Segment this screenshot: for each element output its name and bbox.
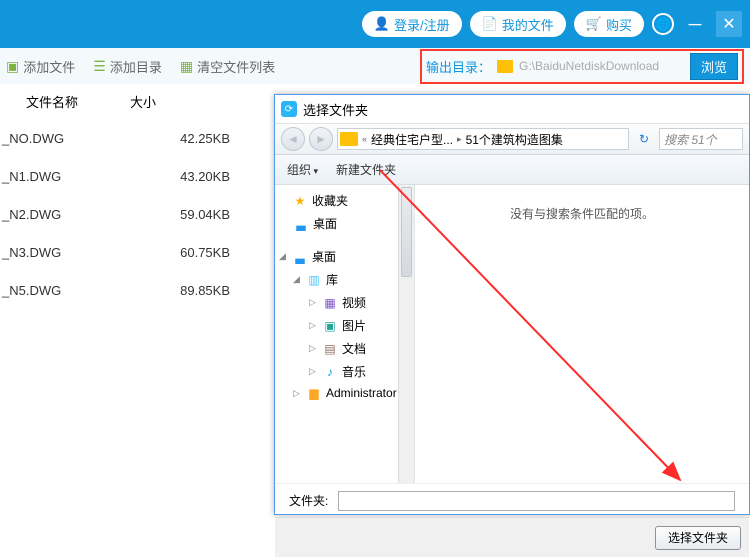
file-size: 89.85KB: [130, 283, 250, 298]
dialog-toolbar: 组织 新建文件夹: [275, 155, 749, 185]
output-dir-box: 输出目录： G:\BaiduNetdiskDownload 浏览: [420, 49, 744, 84]
add-file-icon: ▣: [6, 58, 19, 75]
chevron-right-icon: ▸: [455, 134, 464, 145]
tree-desktop[interactable]: ▃桌面: [275, 212, 414, 235]
file-name: _N3.DWG: [0, 245, 130, 260]
new-folder-button[interactable]: 新建文件夹: [336, 161, 396, 178]
browse-button[interactable]: 浏览: [690, 53, 738, 80]
organize-button[interactable]: 组织: [287, 161, 318, 178]
clear-icon: ▦: [180, 58, 193, 75]
folder-icon: [340, 132, 358, 146]
folder-tree: ★收藏夹 ▃桌面 ◢▃桌面 ◢▥库 ▷▦视频 ▷▣图片 ▷▤文档 ▷♪音乐 ▷▆…: [275, 185, 415, 483]
dialog-folder-row: 文件夹:: [275, 483, 749, 517]
add-file-label: 添加文件: [23, 57, 75, 76]
tree-libraries[interactable]: ◢▥库: [275, 268, 414, 291]
file-size: 43.20KB: [130, 169, 250, 184]
select-folder-button[interactable]: 选择文件夹: [655, 526, 741, 550]
file-name: _N2.DWG: [0, 207, 130, 222]
video-icon: ▦: [322, 296, 338, 310]
scrollbar-thumb[interactable]: [401, 187, 412, 277]
globe-icon: 🌐: [656, 17, 671, 31]
add-file-button[interactable]: ▣ 添加文件: [6, 57, 75, 76]
minimize-button[interactable]: ─: [682, 11, 708, 37]
output-path: G:\BaiduNetdiskDownload: [519, 59, 684, 73]
folder-content-pane: 没有与搜索条件匹配的项。: [415, 185, 749, 483]
buy-label: 购买: [606, 15, 632, 34]
tree-music[interactable]: ▷♪音乐: [275, 360, 414, 383]
buy-button[interactable]: 🛒 购买: [574, 11, 644, 37]
folder-icon: [497, 60, 513, 73]
dialog-icon: ⟳: [281, 101, 297, 117]
output-label: 输出目录：: [426, 57, 491, 76]
file-name: _NO.DWG: [0, 131, 130, 146]
folder-name-input[interactable]: [338, 491, 735, 511]
file-name: _N5.DWG: [0, 283, 130, 298]
dialog-nav: ◄ ► « 经典住宅户型... ▸ 51个建筑构造图集 ↻ 搜索 51个: [275, 123, 749, 155]
login-button[interactable]: 👤 登录/注册: [362, 11, 462, 37]
header-filename: 文件名称: [0, 92, 130, 111]
language-button[interactable]: 🌐: [652, 13, 674, 35]
folder-picker-dialog: ⟳ 选择文件夹 ◄ ► « 经典住宅户型... ▸ 51个建筑构造图集 ↻ 搜索…: [274, 94, 750, 515]
clear-list-button[interactable]: ▦ 清空文件列表: [180, 57, 275, 76]
picture-icon: ▣: [322, 319, 338, 333]
tree-admin[interactable]: ▷▆Administrator: [275, 383, 414, 403]
tree-scrollbar[interactable]: [398, 185, 414, 483]
add-dir-label: 添加目录: [110, 57, 162, 76]
nav-back-button[interactable]: ◄: [281, 127, 305, 151]
document-icon: ▤: [322, 342, 338, 356]
cart-icon: 🛒: [586, 16, 602, 32]
file-name: _N1.DWG: [0, 169, 130, 184]
chevron-right-icon: «: [360, 134, 369, 144]
refresh-button[interactable]: ↻: [633, 128, 655, 150]
tree-pictures[interactable]: ▷▣图片: [275, 314, 414, 337]
file-size: 59.04KB: [130, 207, 250, 222]
app-header: 👤 登录/注册 📄 我的文件 🛒 购买 🌐 ─ ✕: [0, 0, 750, 48]
dialog-actions: 选择文件夹: [275, 517, 749, 557]
close-button[interactable]: ✕: [716, 11, 742, 37]
user-folder-icon: ▆: [306, 386, 322, 400]
add-dir-icon: ☰: [93, 58, 106, 75]
main-toolbar: ▣ 添加文件 ☰ 添加目录 ▦ 清空文件列表 输出目录： G:\BaiduNet…: [0, 48, 750, 84]
dialog-titlebar: ⟳ 选择文件夹: [275, 95, 749, 123]
login-label: 登录/注册: [394, 15, 450, 34]
tree-documents[interactable]: ▷▤文档: [275, 337, 414, 360]
file-size: 60.75KB: [130, 245, 250, 260]
myfiles-label: 我的文件: [502, 15, 554, 34]
tree-videos[interactable]: ▷▦视频: [275, 291, 414, 314]
dialog-body: ★收藏夹 ▃桌面 ◢▃桌面 ◢▥库 ▷▦视频 ▷▣图片 ▷▤文档 ▷♪音乐 ▷▆…: [275, 185, 749, 483]
dialog-title: 选择文件夹: [303, 100, 368, 119]
library-icon: ▥: [306, 273, 322, 287]
desktop-icon: ▃: [292, 250, 308, 264]
crumb-segment[interactable]: 51个建筑构造图集: [466, 131, 563, 148]
search-input[interactable]: 搜索 51个: [659, 128, 743, 150]
myfiles-button[interactable]: 📄 我的文件: [470, 11, 566, 37]
tree-favorites[interactable]: ★收藏夹: [275, 189, 414, 212]
nav-forward-button[interactable]: ►: [309, 127, 333, 151]
file-icon: 📄: [482, 16, 498, 32]
folder-field-label: 文件夹:: [289, 492, 328, 509]
clear-label: 清空文件列表: [197, 57, 275, 76]
file-size: 42.25KB: [130, 131, 250, 146]
music-icon: ♪: [322, 365, 338, 379]
empty-message: 没有与搜索条件匹配的项。: [510, 205, 654, 222]
breadcrumb[interactable]: « 经典住宅户型... ▸ 51个建筑构造图集: [337, 128, 629, 150]
header-size: 大小: [130, 92, 250, 111]
add-dir-button[interactable]: ☰ 添加目录: [93, 57, 162, 76]
person-icon: 👤: [374, 16, 390, 32]
desktop-icon: ▃: [293, 217, 309, 231]
tree-desktop2[interactable]: ◢▃桌面: [275, 245, 414, 268]
crumb-segment[interactable]: 经典住宅户型...: [371, 131, 453, 148]
star-icon: ★: [292, 194, 308, 208]
